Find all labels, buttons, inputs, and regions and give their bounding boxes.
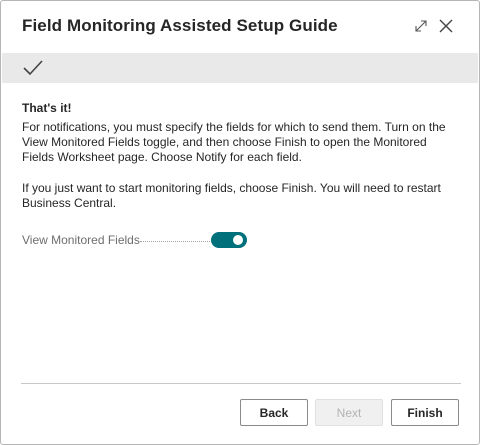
finish-paragraph: If you just want to start monitoring fie… xyxy=(22,181,441,210)
notifications-paragraph: For notifications, you must specify the … xyxy=(22,120,446,164)
completion-heading: That's it! xyxy=(22,101,72,115)
completion-banner xyxy=(2,53,478,83)
next-button[interactable]: Next xyxy=(315,399,383,426)
back-button[interactable]: Back xyxy=(240,399,308,426)
toggle-knob xyxy=(233,235,243,245)
expand-icon[interactable] xyxy=(411,16,431,36)
setup-guide-dialog: Field Monitoring Assisted Setup Guide Th… xyxy=(0,0,480,445)
content-area: That's it! For notifications, you must s… xyxy=(22,101,462,211)
dialog-header: Field Monitoring Assisted Setup Guide xyxy=(1,1,479,51)
finish-button[interactable]: Finish xyxy=(391,399,459,426)
checkmark-icon xyxy=(23,60,43,76)
footer-divider xyxy=(21,383,461,384)
close-icon[interactable] xyxy=(436,16,456,36)
view-monitored-fields-toggle[interactable] xyxy=(211,232,247,248)
view-monitored-fields-row: View Monitored Fields xyxy=(22,232,262,248)
toggle-label: View Monitored Fields xyxy=(22,233,140,247)
dialog-title: Field Monitoring Assisted Setup Guide xyxy=(22,16,338,35)
